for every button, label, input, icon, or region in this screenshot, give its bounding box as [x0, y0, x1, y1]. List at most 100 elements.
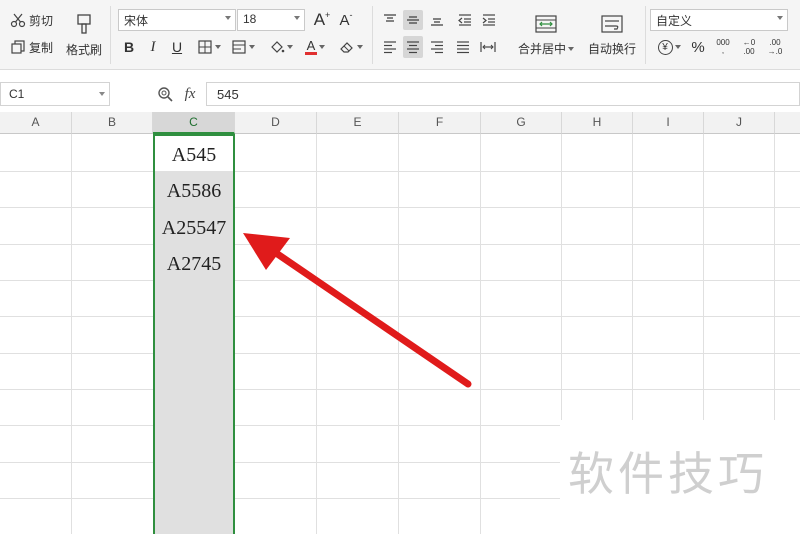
- italic-button[interactable]: I: [144, 36, 162, 58]
- align-center-button[interactable]: [403, 36, 423, 58]
- chevron-down-icon: [215, 45, 221, 49]
- grid-line: [316, 134, 317, 534]
- grid-line: [0, 353, 800, 354]
- grid-line: [0, 207, 800, 208]
- grid-line: [0, 171, 800, 172]
- decrease-decimal-icon-lower: →.0: [767, 47, 783, 56]
- merge-center-label: 合并居中: [517, 41, 566, 56]
- chevron-down-icon: [294, 16, 300, 20]
- percent-button[interactable]: %: [688, 36, 708, 58]
- group-divider: [645, 6, 646, 64]
- underline-button[interactable]: U: [168, 36, 186, 58]
- justify-icon: [457, 41, 469, 54]
- cell-c4[interactable]: A2745: [155, 245, 233, 281]
- font-color-button[interactable]: A: [300, 36, 330, 58]
- increase-indent-button[interactable]: [479, 10, 499, 30]
- shrink-font-button[interactable]: A-: [336, 9, 356, 31]
- column-header-b[interactable]: B: [72, 112, 153, 134]
- fx-icon: fx: [184, 85, 196, 102]
- border-grid-icon: [198, 40, 212, 54]
- align-right-button[interactable]: [427, 36, 447, 58]
- column-header-a[interactable]: A: [0, 112, 72, 134]
- cell-style-button[interactable]: [228, 36, 258, 58]
- bold-icon: B: [123, 39, 135, 55]
- column-header-label: C: [189, 115, 198, 129]
- cell-style-icon: [232, 40, 246, 54]
- cell-c1[interactable]: A545: [155, 136, 233, 172]
- name-box[interactable]: C1: [0, 82, 110, 106]
- align-top-button[interactable]: [380, 10, 400, 30]
- formula-input[interactable]: 545: [206, 82, 800, 106]
- column-header-label: H: [592, 115, 602, 129]
- wrap-text-icon: [601, 14, 623, 33]
- cell-c3[interactable]: A25547: [155, 209, 233, 245]
- decrease-decimal-icon: .00: [769, 38, 781, 47]
- column-header-h[interactable]: H: [562, 112, 633, 134]
- chevron-down-icon: [357, 45, 363, 49]
- fill-color-button[interactable]: [266, 36, 296, 58]
- column-header-i[interactable]: I: [633, 112, 704, 134]
- bold-button[interactable]: B: [120, 36, 138, 58]
- grow-font-button[interactable]: A +: [312, 9, 332, 31]
- italic-icon: I: [150, 38, 156, 55]
- thousands-comma: ,: [721, 46, 725, 55]
- watermark: 软件技巧: [560, 420, 800, 534]
- merge-center-button[interactable]: 合并居中: [514, 10, 578, 60]
- clear-button[interactable]: [336, 36, 366, 58]
- distributed-button[interactable]: [478, 36, 498, 58]
- align-left-button[interactable]: [380, 36, 400, 58]
- thousands-button[interactable]: 000,: [712, 36, 734, 58]
- format-painter-button[interactable]: 格式刷: [64, 10, 104, 60]
- merge-cells-icon: [535, 14, 557, 33]
- indent-icon: [482, 14, 495, 26]
- wrap-text-button[interactable]: 自动换行: [584, 10, 640, 60]
- font-name-select[interactable]: 宋体: [118, 9, 236, 31]
- chevron-down-icon: [319, 45, 325, 49]
- chevron-down-icon: [225, 16, 231, 20]
- number-format-select[interactable]: 自定义: [650, 9, 788, 31]
- cut-button[interactable]: 剪切: [10, 10, 53, 30]
- wrap-text-label: 自动换行: [587, 41, 636, 56]
- watermark-text: 软件技巧: [568, 447, 768, 501]
- borders-button[interactable]: [194, 36, 224, 58]
- eraser-icon: [340, 42, 353, 53]
- cell-c2[interactable]: A5586: [155, 172, 233, 208]
- paint-bucket-icon: [271, 41, 285, 53]
- cut-label: 剪切: [29, 13, 54, 28]
- outdent-icon: [458, 14, 471, 26]
- column-header-e[interactable]: E: [317, 112, 399, 134]
- column-header-j[interactable]: J: [704, 112, 775, 134]
- column-header-label: D: [271, 115, 280, 129]
- grid-line: [0, 389, 800, 390]
- chevron-down-icon: [777, 16, 783, 20]
- chevron-down-icon: [249, 45, 255, 49]
- copy-icon: [11, 40, 25, 54]
- align-left-icon: [384, 41, 396, 54]
- chevron-down-icon: [287, 45, 293, 49]
- underline-icon: U: [171, 39, 183, 55]
- insert-function-button[interactable]: fx: [180, 84, 200, 104]
- column-header-f[interactable]: F: [399, 112, 481, 134]
- copy-button[interactable]: 复制: [10, 37, 53, 57]
- column-header-c[interactable]: C: [153, 112, 235, 134]
- column-header-k[interactable]: [775, 112, 800, 134]
- grid-line: [0, 244, 800, 245]
- decrease-decimal-button[interactable]: .00 →.0: [764, 36, 786, 58]
- justify-button[interactable]: [453, 36, 473, 58]
- align-middle-button[interactable]: [403, 10, 423, 30]
- column-header-label: J: [736, 115, 742, 129]
- column-header-g[interactable]: G: [481, 112, 562, 134]
- zoom-function-button[interactable]: [156, 85, 174, 103]
- font-size-value: 18: [243, 12, 257, 26]
- group-divider: [110, 6, 111, 64]
- column-header-label: E: [353, 115, 362, 129]
- currency-button[interactable]: ¥: [654, 36, 684, 58]
- decrease-indent-button[interactable]: [455, 10, 475, 30]
- increase-decimal-button[interactable]: ←0.00: [738, 36, 760, 58]
- align-middle-icon: [407, 16, 419, 24]
- font-size-select[interactable]: 18: [237, 9, 305, 31]
- align-right-icon: [431, 41, 443, 54]
- grid-line: [71, 134, 72, 534]
- column-header-d[interactable]: D: [235, 112, 317, 134]
- align-bottom-button[interactable]: [427, 10, 447, 30]
